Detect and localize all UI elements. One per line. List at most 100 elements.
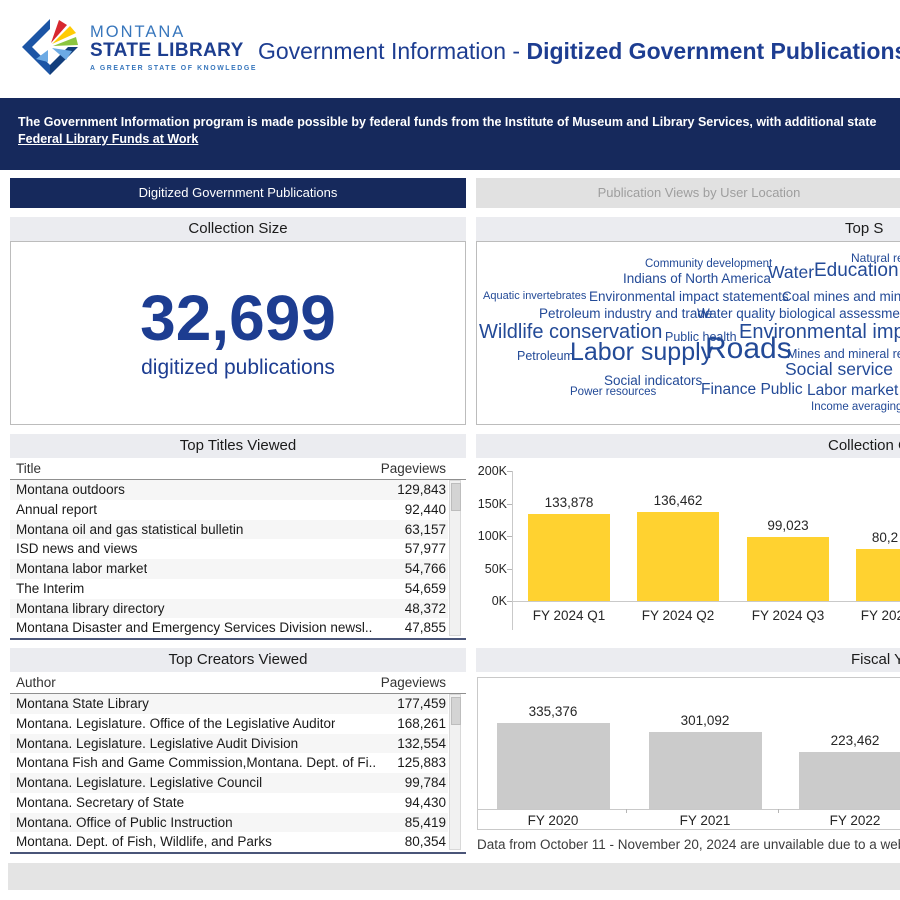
table-row[interactable]: Montana Disaster and Emergency Services … [10, 618, 448, 638]
table-row[interactable]: Montana outdoors129,843 [10, 480, 448, 500]
collection-chart-header: Collection C [476, 434, 900, 458]
bar[interactable] [747, 537, 829, 601]
collection-quarterly-chart: 200K150K100K50K0K133,878FY 2024 Q1136,46… [477, 458, 900, 640]
table-row[interactable]: Montana Fish and Game Commission,Montana… [10, 753, 448, 773]
row-value: 48,372 [405, 599, 446, 619]
word-cloud-term[interactable]: Social service [785, 361, 893, 379]
y-axis-line [512, 471, 513, 630]
table-row[interactable]: Montana. Office of Public Instruction85,… [10, 813, 448, 833]
logo-line1: MONTANA [90, 24, 257, 41]
top-subjects-cloud-panel: Natural resourcesCommunity developmentIn… [476, 241, 900, 425]
word-cloud-term[interactable]: Finance Public [701, 382, 803, 398]
word-cloud-term[interactable]: Indians of North America [623, 272, 771, 286]
y-tick-label: 50K [477, 562, 507, 576]
tab-digitized-government-publications[interactable]: Digitized Government Publications [10, 178, 466, 208]
y-tick-mark [507, 536, 512, 537]
y-tick-mark [507, 471, 512, 472]
row-value: 168,261 [397, 714, 446, 734]
column-pageviews: Pageviews [381, 672, 446, 693]
tab-publication-views-by-user-location[interactable]: Publication Views by User Location [476, 178, 900, 208]
word-cloud-term[interactable]: Roads [705, 334, 792, 364]
word-cloud-term[interactable]: Petroleum industry and trade [539, 307, 712, 321]
row-label: Montana library directory [16, 599, 165, 619]
row-value: 132,554 [397, 734, 446, 754]
row-value: 54,659 [405, 579, 446, 599]
word-cloud-term[interactable]: Labor market [807, 383, 898, 399]
y-tick-mark [507, 601, 512, 602]
scrollbar-thumb[interactable] [451, 483, 461, 511]
y-tick-label: 150K [477, 497, 507, 511]
bar[interactable] [637, 512, 719, 601]
table-row[interactable]: Montana. Legislature. Office of the Legi… [10, 714, 448, 734]
word-cloud-term[interactable]: Community development [645, 259, 772, 271]
bar[interactable] [649, 732, 762, 809]
collection-chart-header-label: Collection C [828, 434, 900, 458]
row-label: Montana Fish and Game Commission,Montana… [16, 753, 376, 773]
bar[interactable] [528, 514, 610, 601]
word-cloud-term[interactable]: Education [814, 261, 899, 280]
column-title: Title [16, 458, 41, 479]
scrollbar[interactable] [449, 694, 461, 850]
table-row[interactable]: Montana. Dept. of Fish, Wildlife, and Pa… [10, 832, 448, 852]
word-cloud-term[interactable]: Water [768, 264, 814, 282]
bar-value-label: 223,462 [810, 733, 900, 748]
bar-value-label: 301,092 [660, 713, 750, 728]
bar-value-label: 335,376 [508, 704, 598, 719]
table-row[interactable]: The Interim54,659 [10, 579, 448, 599]
y-tick-label: 0K [477, 594, 507, 608]
federal-library-funds-link[interactable]: Federal Library Funds at Work [18, 132, 198, 146]
top-subjects-header-label: Top S [845, 217, 883, 241]
table-row[interactable]: ISD news and views57,977 [10, 539, 448, 559]
table-row[interactable]: Annual report92,440 [10, 500, 448, 520]
bar-value-label: 133,878 [524, 495, 614, 510]
bar-value-label: 80,2 [840, 530, 900, 545]
logo-wordmark: MONTANA STATE LIBRARY A GREATER STATE OF… [90, 24, 257, 72]
row-value: 80,354 [405, 832, 446, 852]
y-tick-label: 200K [477, 464, 507, 478]
axis-label: FY 2024 Q1 [514, 608, 624, 623]
msl-logo-icon [18, 15, 82, 79]
axis-label: FY 2021 [650, 813, 760, 828]
fiscal-year-chart: 335,376FY 2020301,092FY 2021223,462FY 20… [477, 677, 900, 830]
table-row[interactable]: Montana labor market54,766 [10, 559, 448, 579]
row-value: 92,440 [405, 500, 446, 520]
row-label: ISD news and views [16, 539, 138, 559]
dashboard-root: MONTANA STATE LIBRARY A GREATER STATE OF… [0, 0, 900, 900]
fiscal-year-chart-header: Fiscal Y [476, 648, 900, 672]
word-cloud-term[interactable]: Power resources [570, 387, 656, 399]
row-value: 85,419 [405, 813, 446, 833]
table-row[interactable]: Montana library directory 48,372 [10, 599, 448, 619]
axis-label: FY 2020 [498, 813, 608, 828]
table-row[interactable]: Montana oil and gas statistical bulletin… [10, 520, 448, 540]
table-row[interactable]: Montana State Library177,459 [10, 694, 448, 714]
word-cloud-term[interactable]: Environmental impact statements [589, 290, 789, 304]
scrollbar[interactable] [449, 480, 461, 636]
x-axis-line [512, 601, 900, 602]
word-cloud-term[interactable]: Labor supply [570, 340, 713, 365]
bar[interactable] [856, 549, 900, 601]
data-unavailable-footnote: Data from October 11 - November 20, 2024… [477, 837, 900, 852]
row-label: Montana. Legislature. Legislative Counci… [16, 773, 262, 793]
x-tick-mark [626, 809, 627, 813]
bar[interactable] [799, 752, 900, 809]
collection-size-value: 32,699 [11, 286, 465, 350]
x-axis-line [478, 809, 900, 810]
word-cloud-term[interactable]: Water quality biological assessment [697, 307, 900, 321]
fiscal-year-chart-header-label: Fiscal Y [851, 648, 900, 672]
table-row[interactable]: Montana. Secretary of State94,430 [10, 793, 448, 813]
row-value: 54,766 [405, 559, 446, 579]
column-author: Author [16, 672, 56, 693]
bar[interactable] [497, 723, 610, 809]
row-label: Montana State Library [16, 694, 149, 714]
table-row[interactable]: Montana. Legislature. Legislative Audit … [10, 734, 448, 754]
table-row[interactable]: Montana. Legislature. Legislative Counci… [10, 773, 448, 793]
scrollbar-thumb[interactable] [451, 697, 461, 725]
word-cloud-term[interactable]: Coal mines and mining [782, 290, 900, 304]
word-cloud-term[interactable]: Income averaging [811, 402, 900, 414]
column-pageviews: Pageviews [381, 458, 446, 479]
row-label: Montana. Secretary of State [16, 793, 184, 813]
x-tick-mark [778, 809, 779, 813]
word-cloud-term[interactable]: Petroleum [517, 350, 574, 363]
top-creators-header: Top Creators Viewed [10, 648, 466, 672]
word-cloud-term[interactable]: Aquatic invertebrates [483, 291, 586, 302]
